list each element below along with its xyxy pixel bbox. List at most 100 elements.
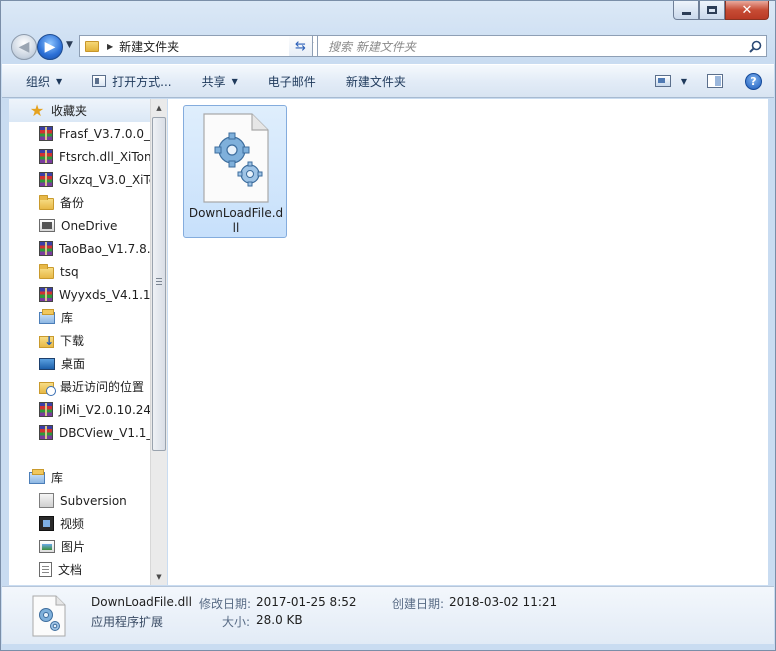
sidebar-item[interactable]: Subversion xyxy=(9,489,151,512)
sidebar-item-label: Ftsrch.dll_XiTon xyxy=(59,149,151,164)
open-with-button[interactable]: 打开方式... xyxy=(92,65,172,97)
sidebar-item-label: JiMi_V2.0.10.24_ xyxy=(59,402,151,417)
maximize-button[interactable] xyxy=(699,1,725,20)
video-library-icon xyxy=(39,516,54,531)
sidebar-item-label: Wyyxds_V4.1.1. xyxy=(59,287,151,302)
scroll-up-icon[interactable]: ▲ xyxy=(151,99,167,116)
sidebar-item[interactable]: DBCView_V1.1_ xyxy=(9,421,151,444)
command-bar: 组织 ▼ 打开方式... 共享 ▼ 电子邮件 新建文件夹 ▼ ? xyxy=(2,64,774,98)
sidebar-item[interactable]: 库 xyxy=(9,306,151,329)
sidebar-item-label: 收藏夹 xyxy=(51,104,88,118)
sidebar-item-label: tsq xyxy=(60,264,79,279)
open-with-icon xyxy=(92,75,107,87)
search-icon[interactable] xyxy=(744,40,766,53)
sidebar-item-label: Frasf_V3.7.0.0_X xyxy=(59,126,151,141)
preview-pane-icon[interactable] xyxy=(707,74,723,88)
minimize-icon xyxy=(681,11,691,15)
back-button[interactable]: ◀ xyxy=(11,34,37,60)
forward-button[interactable]: ▶ xyxy=(37,34,63,60)
downloads-folder-icon xyxy=(39,334,54,348)
help-icon[interactable]: ? xyxy=(745,72,762,90)
sidebar-item[interactable]: 视频 xyxy=(9,512,151,535)
sidebar-item[interactable]: JiMi_V2.0.10.24_ xyxy=(9,398,151,421)
search-box[interactable]: 搜索 新建文件夹 xyxy=(317,35,767,57)
sidebar-item-label: 库 xyxy=(51,471,64,485)
sidebar-item-label: 最近访问的位置 xyxy=(60,380,145,394)
new-folder-button[interactable]: 新建文件夹 xyxy=(346,65,406,97)
organize-button[interactable]: 组织 ▼ xyxy=(26,65,62,97)
sidebar-item-label: 库 xyxy=(61,311,74,325)
minimize-button[interactable] xyxy=(673,1,699,20)
recent-pages-dropdown[interactable]: ▼ xyxy=(66,40,73,50)
favorites-list: Frasf_V3.7.0.0_X Ftsrch.dll_XiTon Glxzq_V3… xyxy=(9,122,151,444)
sidebar-item[interactable]: OneDrive xyxy=(9,214,151,237)
close-button[interactable]: ✕ xyxy=(725,1,769,20)
file-name-label: DownLoadFile.dll xyxy=(188,206,284,235)
file-list-pane[interactable]: DownLoadFile.dll xyxy=(168,99,768,585)
sidebar-favorites-header[interactable]: ★ 收藏夹 xyxy=(9,99,151,122)
breadcrumb-current[interactable]: 新建文件夹 xyxy=(119,38,302,55)
share-label: 共享 xyxy=(201,74,226,89)
documents-library-icon xyxy=(39,562,52,577)
navigation-tree: ★ 收藏夹 Frasf_V3.7.0.0_X Ftsrch.dll_XiTon Gl… xyxy=(9,99,151,581)
sidebar-item-label: 文档 xyxy=(58,563,83,577)
details-size-value: 28.0 KB xyxy=(256,613,303,627)
details-modified-label: 修改日期: xyxy=(199,597,252,611)
dll-file-icon xyxy=(32,595,66,640)
view-dropdown-icon[interactable]: ▼ xyxy=(681,77,687,86)
scrollbar-thumb[interactable] xyxy=(152,117,166,451)
sidebar-item[interactable]: Glxzq_V3.0_XiTc xyxy=(9,168,151,191)
sidebar-item[interactable]: 图片 xyxy=(9,535,151,558)
maximize-icon xyxy=(707,6,717,14)
sidebar-item[interactable]: 下载 xyxy=(9,329,151,352)
subversion-icon xyxy=(39,493,54,508)
caption-buttons: ✕ xyxy=(673,1,769,20)
sidebar-item[interactable]: tsq xyxy=(9,260,151,283)
refresh-icon: ⇆ xyxy=(295,38,306,54)
email-button[interactable]: 电子邮件 xyxy=(268,65,316,97)
scroll-down-icon[interactable]: ▼ xyxy=(151,568,167,585)
details-modified-value: 2017-01-25 8:52 xyxy=(256,595,357,609)
sidebar-item[interactable]: 备份 xyxy=(9,191,151,214)
sidebar-item-label: 图片 xyxy=(61,540,86,554)
recent-places-icon xyxy=(39,381,56,396)
desktop-icon xyxy=(39,357,55,370)
folder-icon xyxy=(39,263,54,279)
sidebar-item[interactable]: 文档 xyxy=(9,558,151,581)
organize-label: 组织 xyxy=(26,74,51,89)
file-item-selected[interactable]: DownLoadFile.dll xyxy=(183,105,287,238)
change-view-icon[interactable] xyxy=(654,75,671,87)
back-arrow-icon: ◀ xyxy=(18,39,30,55)
sidebar-item[interactable]: 最近访问的位置 xyxy=(9,375,151,398)
share-button[interactable]: 共享 ▼ xyxy=(202,65,238,97)
breadcrumb-separator-icon[interactable]: ▶ xyxy=(107,42,113,51)
refresh-button[interactable]: ⇆ xyxy=(289,35,313,57)
sidebar-item-label: 备份 xyxy=(60,196,85,210)
address-bar[interactable]: ▶ 新建文件夹 ▼ xyxy=(79,35,319,57)
explorer-window: ✕ ◀ ▶ ▼ ▶ 新建文件夹 ▼ ⇆ 搜索 新建文件夹 组织 ▼ 打开方式..… xyxy=(0,0,776,651)
dll-file-icon xyxy=(202,112,270,207)
rar-archive-icon xyxy=(39,402,53,417)
sidebar-item[interactable]: Frasf_V3.7.0.0_X xyxy=(9,122,151,145)
search-input[interactable]: 搜索 新建文件夹 xyxy=(328,38,744,55)
sidebar-item[interactable]: TaoBao_V1.7.8. xyxy=(9,237,151,260)
details-pane: DownLoadFile.dll 应用程序扩展 修改日期: 2017-01-25… xyxy=(2,586,774,644)
folder-icon xyxy=(85,40,99,52)
sidebar-item[interactable]: 桌面 xyxy=(9,352,151,375)
sidebar-item-label: Subversion xyxy=(60,493,127,508)
close-icon: ✕ xyxy=(741,2,753,18)
navigation-pane: ★ 收藏夹 Frasf_V3.7.0.0_X Ftsrch.dll_XiTon Gl… xyxy=(9,99,167,585)
pictures-library-icon xyxy=(39,540,55,553)
star-icon: ★ xyxy=(29,100,45,120)
sidebar-item-label: OneDrive xyxy=(61,218,118,233)
navigation-row: ◀ ▶ ▼ ▶ 新建文件夹 ▼ ⇆ 搜索 新建文件夹 xyxy=(9,33,767,60)
navigation-scrollbar[interactable]: ▲ ▼ xyxy=(150,99,167,585)
sidebar-libraries-header[interactable]: 库 xyxy=(9,466,151,489)
library-icon xyxy=(29,468,45,484)
sidebar-item-label: 视频 xyxy=(60,517,85,531)
sidebar-item-label: 下载 xyxy=(60,334,85,348)
sidebar-item[interactable]: Ftsrch.dll_XiTon xyxy=(9,145,151,168)
sidebar-item[interactable]: Wyyxds_V4.1.1. xyxy=(9,283,151,306)
new-folder-label: 新建文件夹 xyxy=(345,74,406,89)
